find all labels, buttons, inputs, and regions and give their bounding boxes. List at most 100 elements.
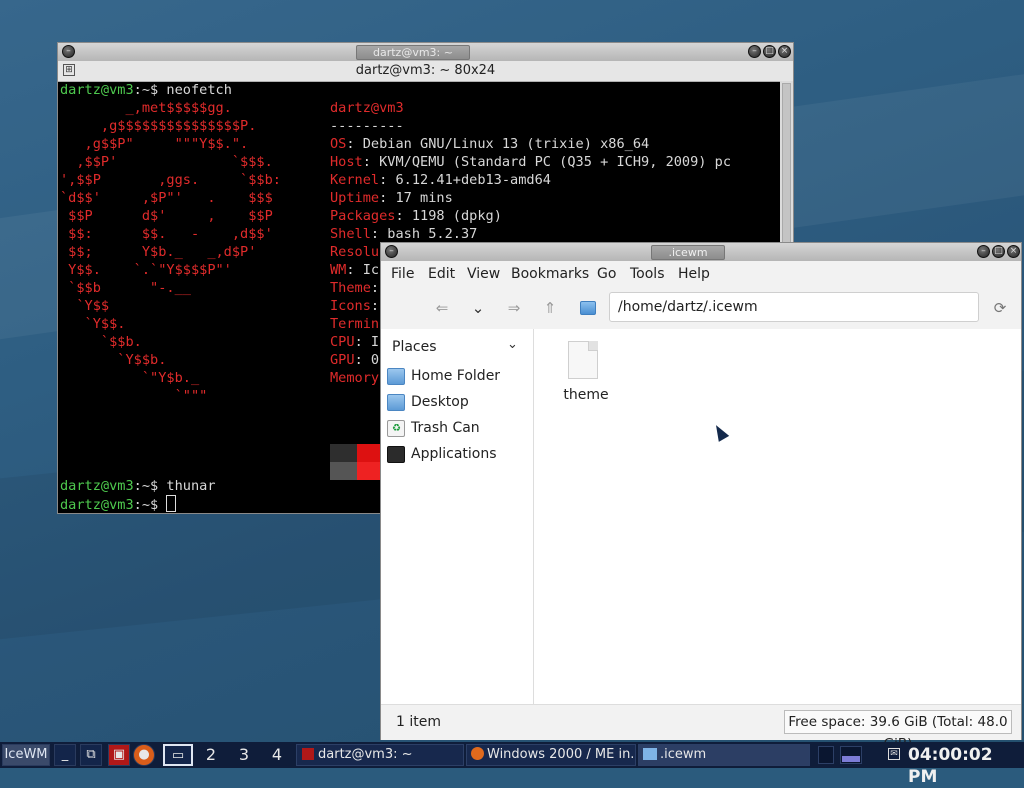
task-label: Windows 2000 / ME in...	[487, 747, 636, 762]
status-bar: 1 item Free space: 39.6 GiB (Total: 48.0…	[381, 704, 1021, 752]
minimize-button[interactable]: –	[748, 45, 761, 58]
maximize-button[interactable]: □	[992, 245, 1005, 258]
info-key: WM	[330, 262, 347, 278]
close-button[interactable]: ×	[1007, 245, 1020, 258]
window-menu-icon[interactable]: –	[385, 245, 398, 258]
terminal-line: dartz@vm3:~$ neofetch	[60, 82, 232, 98]
workspace-3[interactable]: 3	[233, 745, 255, 765]
workspace-1-icon[interactable]: ▭	[163, 744, 193, 766]
menu-tools[interactable]: Tools	[630, 266, 665, 282]
terminal-titlebar[interactable]: – dartz@vm3: ~ – □ ×	[58, 43, 793, 62]
logo-line: _,met$$$$$gg.	[60, 100, 232, 116]
terminal-icon	[302, 748, 314, 760]
info-value: : 0	[354, 352, 380, 368]
show-desktop-icon[interactable]: _	[54, 744, 76, 766]
window-menu-icon[interactable]: –	[62, 45, 75, 58]
menu-view[interactable]: View	[467, 266, 500, 282]
logo-line: `Y$$	[60, 298, 110, 314]
sidebar-item-applications[interactable]: Applications	[385, 443, 531, 467]
logo-line: `$$b.	[60, 334, 142, 350]
workspace-2[interactable]: 2	[200, 745, 222, 765]
menu-go[interactable]: Go	[597, 266, 616, 282]
task-label: .icewm	[660, 747, 707, 762]
text-file-icon[interactable]	[568, 341, 598, 379]
info-key: Kernel	[330, 172, 380, 188]
info-key: Resolu	[330, 244, 380, 260]
up-arrow-icon[interactable]: ⇑	[541, 299, 559, 317]
menu-help[interactable]: Help	[678, 266, 710, 282]
logo-line: $$P d$' , $$P	[60, 208, 273, 224]
menu-file[interactable]: File	[391, 266, 414, 282]
window-list-icon[interactable]: ⧉	[80, 744, 102, 766]
menu-edit[interactable]: Edit	[428, 266, 455, 282]
chevron-down-icon[interactable]: ⌄	[469, 299, 487, 317]
logo-line: `"""	[60, 388, 208, 404]
sidebar-item-label: Home Folder	[411, 368, 501, 384]
info-value: : Ic	[346, 262, 380, 278]
file-manager-titlebar[interactable]: – .icewm – □ ×	[381, 243, 1021, 262]
task-thunar[interactable]: .icewm	[638, 744, 810, 766]
applications-icon	[387, 446, 405, 463]
logo-line: ,g$$P" """Y$$.".	[60, 136, 249, 152]
terminal-cursor	[166, 495, 177, 512]
neofetch-info-row: Packages: 1198 (dpkg)	[330, 207, 502, 225]
workspace-4[interactable]: 4	[266, 745, 288, 765]
file-manager-window-title: .icewm	[651, 245, 725, 260]
sidebar-item-desktop[interactable]: Desktop	[385, 391, 531, 415]
terminal-launcher-icon[interactable]: ▣	[108, 744, 130, 766]
info-value: : 6.12.41+deb13-amd64	[379, 172, 551, 188]
firefox-launcher-icon[interactable]: ●	[133, 744, 155, 766]
logo-line: `d$$' ,$P"' . $$$	[60, 190, 273, 206]
location-toggle-icon[interactable]: ⟳	[991, 299, 1009, 317]
chevron-down-icon[interactable]: ⌄	[507, 337, 518, 352]
logo-line: Y$$. `.`"Y$$$$P"'	[60, 262, 232, 278]
trash-icon: ♻	[387, 420, 405, 437]
clock[interactable]: 04:00:02 PM	[908, 744, 1024, 788]
neofetch-info-row: Memory	[330, 369, 379, 387]
neofetch-info-row: Shell: bash 5.2.37	[330, 225, 477, 243]
file-manager-window[interactable]: – .icewm – □ × File Edit View Bookmarks …	[380, 242, 1022, 752]
neofetch-info-row: Icons:	[330, 297, 379, 315]
logo-line: `Y$$b.	[60, 352, 167, 368]
neofetch-separator: ---------	[330, 118, 404, 134]
info-key: Host	[330, 154, 363, 170]
start-menu-button[interactable]: IceWM	[2, 744, 50, 766]
maximize-button[interactable]: □	[763, 45, 776, 58]
terminal-window-title: dartz@vm3: ~	[356, 45, 470, 60]
taskbar: IceWM _ ⧉ ▣ ● ▭ 2 3 4 dartz@vm3: ~ Windo…	[0, 742, 1024, 787]
back-arrow-icon[interactable]: ⇐	[433, 299, 451, 317]
home-folder-icon[interactable]	[580, 301, 596, 315]
info-key: Termin	[330, 316, 380, 332]
logo-line: ,$$P' `$$$.	[60, 154, 273, 170]
sidebar-item-home-folder[interactable]: Home Folder	[385, 365, 531, 389]
info-key: Icons	[330, 298, 371, 314]
neofetch-info-row: Theme:	[330, 279, 379, 297]
logo-line: `"Y$b._	[60, 370, 200, 386]
places-sidebar: Places ⌄ Home Folder Desktop ♻ Trash Can…	[381, 329, 534, 704]
file-name-label[interactable]: theme	[554, 387, 618, 403]
info-value: :	[370, 280, 380, 296]
info-value: : bash 5.2.37	[370, 226, 478, 242]
mail-icon[interactable]: ✉	[888, 748, 900, 760]
location-path-input[interactable]: /home/dartz/.icewm	[609, 292, 979, 322]
logo-line: $$: $$. - ,d$$'	[60, 226, 273, 242]
info-value: : Debian GNU/Linux 13 (trixie) x86_64	[346, 136, 650, 152]
minimize-button[interactable]: –	[977, 245, 990, 258]
menu-bookmarks[interactable]: Bookmarks	[511, 266, 589, 282]
firefox-icon	[471, 747, 484, 760]
forward-arrow-icon[interactable]: ⇒	[505, 299, 523, 317]
close-button[interactable]: ×	[778, 45, 791, 58]
sidebar-item-trash-can[interactable]: ♻ Trash Can	[385, 417, 531, 441]
logo-line: ',$$P ,ggs. `$$b:	[60, 172, 281, 188]
terminal-size-title: dartz@vm3: ~ 80x24	[355, 63, 496, 78]
logo-line: $$; Y$b._ _,d$P'	[60, 244, 257, 260]
info-value: : KVM/QEMU (Standard PC (Q35 + ICH9, 200…	[362, 154, 732, 170]
task-firefox[interactable]: Windows 2000 / ME in...	[466, 744, 636, 766]
task-terminal[interactable]: dartz@vm3: ~	[296, 744, 464, 766]
cpu-monitor-icon	[818, 746, 834, 764]
file-view[interactable]: theme	[534, 329, 1021, 704]
file-manager-menubar: File Edit View Bookmarks Go Tools Help	[381, 261, 1021, 287]
desktop-folder-icon	[387, 394, 405, 411]
info-key: CPU	[330, 334, 355, 350]
color-swatch	[330, 444, 357, 462]
